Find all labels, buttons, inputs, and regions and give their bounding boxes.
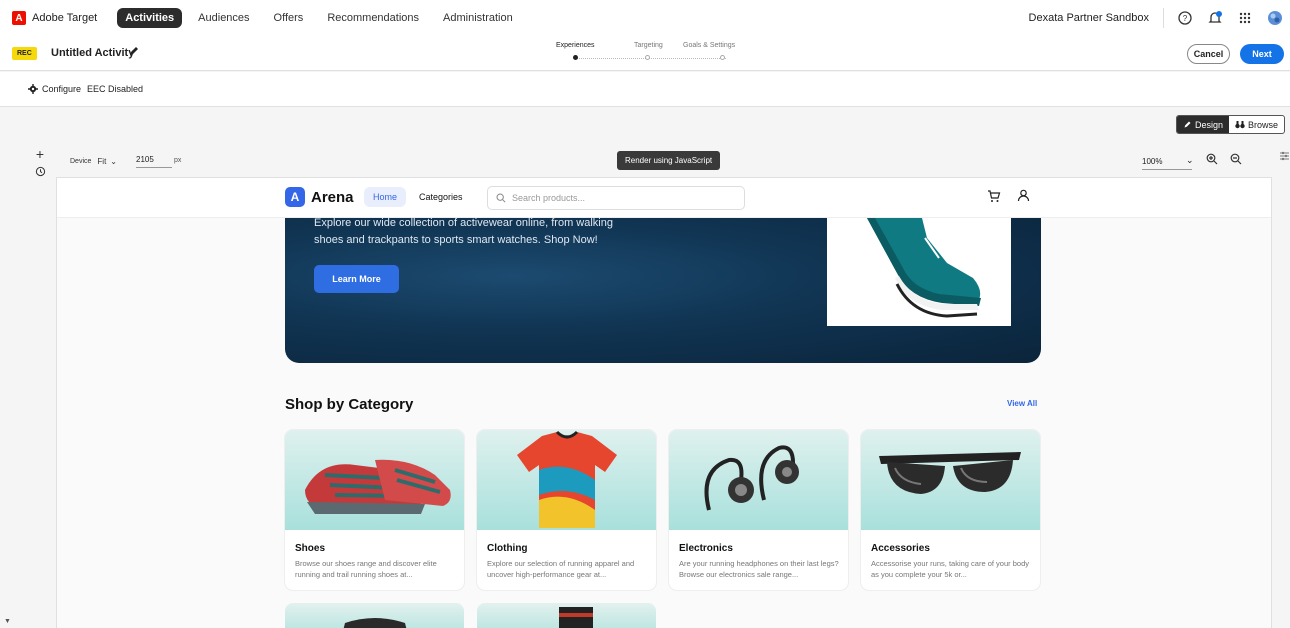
zoom-out-icon[interactable] bbox=[1230, 153, 1242, 168]
activity-type-badge: REC bbox=[12, 47, 37, 60]
learn-more-button[interactable]: Learn More bbox=[314, 265, 399, 293]
chevron-down-icon: ⌄ bbox=[110, 157, 117, 166]
brand-name: Arena bbox=[311, 188, 354, 206]
shoes-image bbox=[285, 430, 464, 530]
device-value: Fit bbox=[97, 157, 107, 166]
view-all-link[interactable]: View All bbox=[1007, 399, 1037, 408]
app-name[interactable]: Adobe Target bbox=[32, 12, 97, 24]
add-icon[interactable]: + bbox=[26, 146, 54, 162]
nav-activities[interactable]: Activities bbox=[117, 8, 183, 28]
browse-mode-button[interactable]: Browse bbox=[1229, 116, 1284, 133]
activity-bar: REC Untitled Activity Experiences Target… bbox=[0, 36, 1290, 71]
nav-offers[interactable]: Offers bbox=[266, 8, 312, 28]
category-title: Clothing bbox=[487, 543, 528, 554]
product-card-partial[interactable] bbox=[285, 603, 464, 628]
category-description: Accessorise your runs, taking care of yo… bbox=[871, 559, 1029, 579]
svg-text:?: ? bbox=[1183, 14, 1188, 23]
site-header: A Arena Home Categories Search products.… bbox=[57, 178, 1271, 218]
sandbox-switcher[interactable]: Dexata Partner Sandbox bbox=[1029, 8, 1164, 28]
category-description: Browse our shoes range and discover elit… bbox=[295, 559, 437, 579]
step-targeting[interactable]: Targeting bbox=[634, 42, 663, 49]
top-nav: A Adobe Target Activities Audiences Offe… bbox=[0, 0, 1290, 36]
mode-toggle: Design Browse bbox=[1176, 115, 1286, 134]
category-title: Accessories bbox=[871, 543, 930, 554]
zoom-in-icon[interactable] bbox=[1206, 153, 1218, 168]
accessories-image bbox=[861, 430, 1040, 530]
help-icon[interactable]: ? bbox=[1170, 11, 1200, 25]
viewport-width-input[interactable]: 2105 bbox=[136, 155, 172, 168]
adobe-logo[interactable]: A bbox=[12, 11, 26, 25]
site-preview: A Arena Home Categories Search products.… bbox=[56, 178, 1272, 628]
render-javascript-button[interactable]: Render using JavaScript bbox=[617, 151, 721, 170]
category-card-clothing[interactable]: Clothing Explore our selection of runnin… bbox=[477, 430, 656, 590]
step-dot bbox=[720, 55, 725, 60]
step-connector bbox=[576, 58, 726, 59]
design-label: Design bbox=[1195, 119, 1224, 130]
avatar[interactable] bbox=[1260, 10, 1290, 26]
brand-logo: A bbox=[285, 187, 305, 207]
gear-icon bbox=[28, 84, 38, 94]
category-title: Shoes bbox=[295, 543, 326, 554]
history-icon[interactable] bbox=[26, 166, 54, 180]
step-dot-current bbox=[573, 55, 578, 60]
clothing-image bbox=[477, 430, 656, 530]
pencil-icon bbox=[1184, 121, 1191, 128]
width-unit: px bbox=[174, 157, 182, 164]
notifications-icon[interactable] bbox=[1200, 10, 1230, 26]
search-icon bbox=[496, 193, 506, 203]
site-brand[interactable]: A Arena bbox=[285, 187, 354, 207]
site-nav-categories[interactable]: Categories bbox=[419, 192, 463, 202]
step-goals-settings[interactable]: Goals & Settings bbox=[683, 42, 735, 49]
design-mode-button[interactable]: Design bbox=[1177, 116, 1230, 133]
edit-title-icon[interactable] bbox=[128, 45, 140, 60]
section-title: Shop by Category bbox=[285, 396, 414, 413]
device-toolbar: Device Fit ⌄ 2105 px Render using JavaSc… bbox=[56, 146, 1272, 178]
workflow-steps: Experiences Targeting Goals & Settings bbox=[556, 42, 756, 66]
cancel-button[interactable]: Cancel bbox=[1187, 44, 1230, 64]
category-description: Are your running headphones on their las… bbox=[679, 559, 839, 579]
browse-label: Browse bbox=[1248, 119, 1279, 130]
zoom-select[interactable]: 100% bbox=[1142, 157, 1192, 170]
nav-administration[interactable]: Administration bbox=[435, 8, 521, 28]
configure-button[interactable]: Configure EEC Disabled bbox=[28, 84, 143, 94]
user-icon[interactable] bbox=[1017, 189, 1030, 205]
site-search-input[interactable]: Search products... bbox=[487, 186, 745, 210]
hero-banner: Explore our wide collection of activewea… bbox=[285, 218, 1041, 363]
device-label: Device bbox=[70, 158, 92, 165]
apps-grid-icon[interactable] bbox=[1230, 12, 1260, 24]
hero-text: Explore our wide collection of activewea… bbox=[314, 218, 613, 246]
binoculars-icon bbox=[1235, 121, 1245, 129]
eec-status: EEC Disabled bbox=[87, 84, 144, 94]
hero-shoe-image bbox=[827, 218, 1011, 326]
category-description: Explore our selection of running apparel… bbox=[487, 559, 635, 579]
nav-audiences[interactable]: Audiences bbox=[190, 8, 257, 28]
settings-sliders-icon[interactable] bbox=[1280, 150, 1289, 164]
category-card-accessories[interactable]: Accessories Accessorise your runs, takin… bbox=[861, 430, 1040, 590]
step-dot bbox=[645, 55, 650, 60]
device-selector[interactable]: Device Fit ⌄ bbox=[70, 157, 117, 166]
electronics-image bbox=[669, 430, 848, 530]
collapse-down-icon[interactable]: ▼ bbox=[4, 618, 11, 625]
nav-right: Dexata Partner Sandbox ? bbox=[1029, 0, 1290, 36]
category-card-shoes[interactable]: Shoes Browse our shoes range and discove… bbox=[285, 430, 464, 590]
left-rail: + bbox=[26, 146, 54, 180]
cart-icon[interactable] bbox=[987, 189, 1001, 206]
site-nav-home[interactable]: Home bbox=[364, 187, 407, 207]
chevron-down-icon[interactable]: ⌄ bbox=[1186, 155, 1194, 166]
nav-recommendations[interactable]: Recommendations bbox=[319, 8, 427, 28]
product-card-partial[interactable] bbox=[477, 603, 656, 628]
category-title: Electronics bbox=[679, 543, 733, 554]
search-placeholder: Search products... bbox=[512, 193, 586, 203]
category-card-electronics[interactable]: Electronics Are your running headphones … bbox=[669, 430, 848, 590]
configure-label: Configure bbox=[42, 84, 82, 94]
next-button[interactable]: Next bbox=[1240, 44, 1284, 64]
configure-bar: Configure EEC Disabled bbox=[0, 72, 1290, 107]
step-experiences[interactable]: Experiences bbox=[556, 42, 595, 49]
activity-title[interactable]: Untitled Activity bbox=[51, 47, 134, 59]
